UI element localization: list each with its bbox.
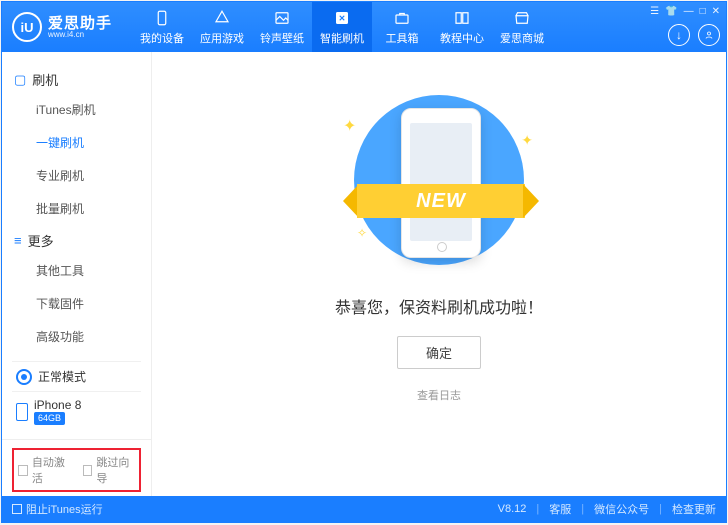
device-name: iPhone 8 — [34, 398, 81, 412]
highlighted-options: 自动激活 跳过向导 — [12, 448, 141, 492]
ok-button[interactable]: 确定 — [397, 336, 481, 369]
new-ribbon: NEW — [343, 176, 539, 224]
sidebar-section-more[interactable]: ≡ 更多 — [14, 231, 139, 250]
sidebar-item-itunes-flash[interactable]: iTunes刷机 — [36, 93, 139, 126]
sparkle-icon: ✦ — [521, 132, 533, 149]
download-icon[interactable]: ↓ — [668, 24, 690, 46]
nav-tutorials[interactable]: 教程中心 — [432, 2, 492, 52]
app-title: 爱思助手 — [48, 16, 112, 31]
app-logo: iU 爱思助手 www.i4.cn — [2, 12, 122, 42]
nav-flash[interactable]: 智能刷机 — [312, 2, 372, 52]
user-icon[interactable] — [698, 24, 720, 46]
store-icon — [512, 8, 532, 28]
sidebar-item-onekey-flash[interactable]: 一键刷机 — [36, 126, 139, 159]
book-icon — [452, 8, 472, 28]
sidebar-item-other-tools[interactable]: 其他工具 — [36, 254, 139, 287]
checkbox-block-itunes[interactable]: 阻止iTunes运行 — [12, 501, 103, 517]
wallpaper-icon — [272, 8, 292, 28]
main-content: ✦ ✦ ✧ NEW 恭喜您，保资料刷机成功啦！ 确定 查看日志 — [152, 52, 726, 496]
nav-toolbox[interactable]: 工具箱 — [372, 2, 432, 52]
device-mode[interactable]: 正常模式 — [12, 361, 141, 391]
flash-icon — [332, 8, 352, 28]
menu-icon[interactable]: ☰ — [650, 6, 659, 17]
success-message: 恭喜您，保资料刷机成功啦！ — [335, 294, 543, 318]
top-nav: 我的设备 应用游戏 铃声壁纸 智能刷机 工具箱 教程中心 — [132, 2, 552, 52]
sparkle-icon: ✧ — [357, 226, 367, 240]
titlebar: iU 爱思助手 www.i4.cn 我的设备 应用游戏 铃声壁纸 智能刷机 — [2, 2, 726, 52]
checkbox-skip-setup[interactable]: 跳过向导 — [83, 454, 136, 486]
success-illustration: ✦ ✦ ✧ NEW — [339, 90, 539, 270]
sidebar-section-flash[interactable]: ▢ 刷机 — [14, 70, 139, 89]
sidebar-item-advanced[interactable]: 高级功能 — [36, 320, 139, 353]
phone-icon — [152, 8, 172, 28]
view-log-link[interactable]: 查看日志 — [417, 387, 461, 403]
device-capacity: 64GB — [34, 412, 65, 425]
footer-link-wechat[interactable]: 微信公众号 — [594, 501, 649, 517]
nav-apps[interactable]: 应用游戏 — [192, 2, 252, 52]
nav-ringtones[interactable]: 铃声壁纸 — [252, 2, 312, 52]
sidebar-item-pro-flash[interactable]: 专业刷机 — [36, 159, 139, 192]
device-info[interactable]: iPhone 8 64GB — [12, 391, 141, 431]
logo-icon: iU — [12, 12, 42, 42]
window-controls: ☰ 👕 — □ ✕ — [650, 6, 720, 17]
version-label: V8.12 — [498, 503, 527, 515]
sidebar-item-download-firmware[interactable]: 下载固件 — [36, 287, 139, 320]
checkbox-auto-activate[interactable]: 自动激活 — [18, 454, 71, 486]
list-icon: ≡ — [14, 233, 22, 248]
sparkle-icon: ✦ — [343, 116, 356, 136]
phone-outline-icon: ▢ — [14, 72, 26, 88]
apps-icon — [212, 8, 232, 28]
mode-icon — [16, 369, 32, 385]
close-icon[interactable]: ✕ — [712, 6, 720, 17]
device-icon — [16, 403, 28, 421]
statusbar: 阻止iTunes运行 V8.12 | 客服 | 微信公众号 | 检查更新 — [2, 496, 726, 522]
app-url: www.i4.cn — [48, 31, 112, 39]
footer-link-support[interactable]: 客服 — [549, 501, 571, 517]
nav-my-device[interactable]: 我的设备 — [132, 2, 192, 52]
sidebar-item-batch-flash[interactable]: 批量刷机 — [36, 192, 139, 225]
toolbox-icon — [392, 8, 412, 28]
skin-icon[interactable]: 👕 — [665, 6, 677, 17]
sidebar: ▢ 刷机 iTunes刷机 一键刷机 专业刷机 批量刷机 ≡ 更多 其他工具 下… — [2, 52, 152, 496]
minimize-icon[interactable]: — — [684, 6, 694, 17]
maximize-icon[interactable]: □ — [700, 6, 706, 17]
footer-link-update[interactable]: 检查更新 — [672, 501, 716, 517]
nav-store[interactable]: 爱思商城 — [492, 2, 552, 52]
